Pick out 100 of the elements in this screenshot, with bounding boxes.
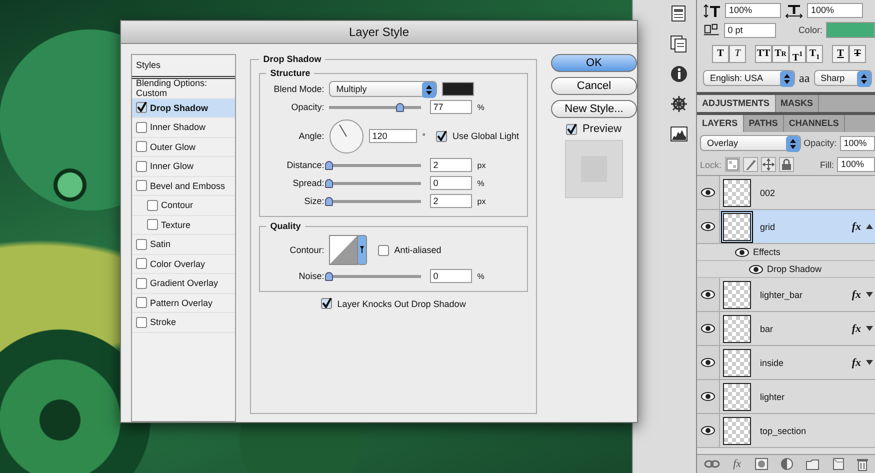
- text-style-button[interactable]: T: [849, 45, 866, 63]
- value-field[interactable]: 0: [430, 176, 472, 190]
- blend-mode-dropdown[interactable]: Multiply: [329, 81, 438, 97]
- panel-tab[interactable]: CHANNELS: [784, 115, 845, 132]
- vertical-scale-field[interactable]: 100%: [725, 3, 781, 18]
- language-dropdown[interactable]: English: USA: [703, 70, 795, 86]
- dialog-button[interactable]: OK: [551, 54, 637, 72]
- value-field[interactable]: 2: [430, 194, 472, 208]
- checkbox[interactable]: [136, 278, 147, 289]
- move-icon[interactable]: [760, 157, 776, 172]
- trash-icon[interactable]: [857, 458, 868, 470]
- color-swatch[interactable]: [826, 22, 875, 38]
- eye-icon[interactable]: [701, 426, 715, 435]
- eye-icon[interactable]: [701, 222, 715, 231]
- baseline-shift-field[interactable]: 0 pt: [724, 22, 776, 38]
- histogram-icon[interactable]: [670, 125, 688, 143]
- slider-thumb[interactable]: [325, 178, 334, 188]
- checkbox[interactable]: [136, 316, 147, 328]
- angle-dial[interactable]: [329, 118, 364, 154]
- mask-icon[interactable]: [754, 458, 768, 470]
- lock-transparent-icon[interactable]: [724, 157, 740, 172]
- layer-row[interactable]: grid fx: [697, 210, 875, 244]
- value-field[interactable]: 2: [430, 158, 472, 172]
- text-style-button[interactable]: TT: [755, 45, 772, 63]
- panel-tab[interactable]: ADJUSTMENTS: [697, 95, 776, 112]
- padlock-icon[interactable]: [778, 157, 794, 172]
- half-circle-icon[interactable]: [780, 458, 793, 470]
- layer-row[interactable]: 002: [697, 176, 875, 210]
- checkbox[interactable]: [136, 102, 147, 114]
- checkbox[interactable]: [566, 124, 578, 134]
- collapse-arrow-icon[interactable]: [866, 224, 873, 229]
- checkbox[interactable]: [436, 130, 448, 142]
- text-style-button[interactable]: Tr: [772, 45, 789, 63]
- text-style-button[interactable]: T: [832, 45, 849, 63]
- style-item[interactable]: Drop Shadow: [132, 98, 236, 118]
- style-item[interactable]: Inner Glow: [132, 157, 236, 176]
- layer-row[interactable]: inside fx: [697, 346, 875, 380]
- expand-arrow-icon[interactable]: [866, 292, 873, 297]
- style-item[interactable]: Satin: [132, 235, 236, 254]
- shadow-color-swatch[interactable]: [442, 82, 474, 96]
- eye-icon[interactable]: [701, 188, 715, 197]
- layer-row[interactable]: lighter_bar fx: [697, 278, 875, 312]
- checkbox[interactable]: [378, 244, 390, 256]
- style-item[interactable]: Stroke: [132, 313, 236, 332]
- checkbox[interactable]: [136, 160, 147, 172]
- eye-icon[interactable]: [735, 248, 749, 256]
- style-item[interactable]: Gradient Overlay: [132, 274, 236, 294]
- fill-field[interactable]: 100%: [837, 157, 875, 172]
- style-item[interactable]: Contour: [132, 196, 236, 216]
- info-icon[interactable]: [670, 65, 688, 83]
- style-item[interactable]: Outer Glow: [132, 138, 236, 157]
- slider-thumb[interactable]: [325, 196, 334, 206]
- text-style-button[interactable]: T$_{1}$: [806, 45, 823, 63]
- dialog-button[interactable]: Cancel: [551, 77, 637, 95]
- style-item[interactable]: Bevel and Emboss: [132, 176, 236, 196]
- checkbox[interactable]: [136, 258, 147, 270]
- slider-thumb[interactable]: [325, 272, 334, 280]
- document-icon[interactable]: [670, 5, 688, 23]
- style-item[interactable]: Texture: [132, 216, 236, 235]
- checkbox[interactable]: [136, 122, 147, 133]
- folder-icon[interactable]: [806, 458, 820, 470]
- contour-picker[interactable]: [329, 235, 368, 265]
- brush-icon[interactable]: [742, 157, 758, 172]
- eye-icon[interactable]: [701, 358, 715, 367]
- style-item[interactable]: Pattern Overlay: [132, 294, 236, 313]
- slider-thumb[interactable]: [325, 160, 334, 170]
- checkbox[interactable]: [321, 298, 332, 309]
- checkbox[interactable]: [136, 297, 147, 308]
- checkbox[interactable]: [136, 238, 147, 250]
- expand-arrow-icon[interactable]: [866, 326, 873, 331]
- text-style-button[interactable]: T: [729, 45, 746, 63]
- slider-thumb[interactable]: [396, 102, 404, 112]
- styles-heading[interactable]: Styles: [132, 55, 236, 79]
- eye-icon[interactable]: [701, 324, 715, 333]
- new-layer-icon[interactable]: [832, 458, 844, 470]
- panel-tab[interactable]: PATHS: [744, 115, 784, 132]
- wheel-icon[interactable]: [670, 95, 688, 113]
- layer-row[interactable]: bar fx: [697, 312, 875, 346]
- checkbox[interactable]: [136, 180, 147, 192]
- angle-field[interactable]: 120: [369, 129, 418, 143]
- checkbox[interactable]: [147, 219, 158, 230]
- blend-mode-dropdown[interactable]: Overlay: [700, 135, 801, 151]
- layer-row[interactable]: top_section: [697, 414, 875, 448]
- eye-icon[interactable]: [749, 264, 763, 274]
- horizontal-scale-field[interactable]: 100%: [807, 3, 863, 18]
- antialias-dropdown[interactable]: Sharp: [814, 70, 872, 86]
- expand-arrow-icon[interactable]: [866, 360, 873, 365]
- link-icon[interactable]: [704, 459, 720, 469]
- checkbox[interactable]: [136, 141, 147, 152]
- value-field[interactable]: 77: [430, 100, 472, 114]
- dialog-button[interactable]: New Style...: [551, 100, 637, 118]
- eye-icon[interactable]: [701, 290, 715, 299]
- checkbox[interactable]: [147, 200, 158, 211]
- text-style-button[interactable]: T: [712, 45, 729, 63]
- panel-tab[interactable]: LAYERS: [697, 115, 744, 132]
- eye-icon[interactable]: [701, 392, 715, 401]
- text-style-button[interactable]: T$^{1}$: [789, 45, 806, 63]
- style-item[interactable]: Inner Shadow: [132, 118, 236, 138]
- value-field[interactable]: 0: [430, 269, 472, 283]
- copies-icon[interactable]: [670, 35, 688, 53]
